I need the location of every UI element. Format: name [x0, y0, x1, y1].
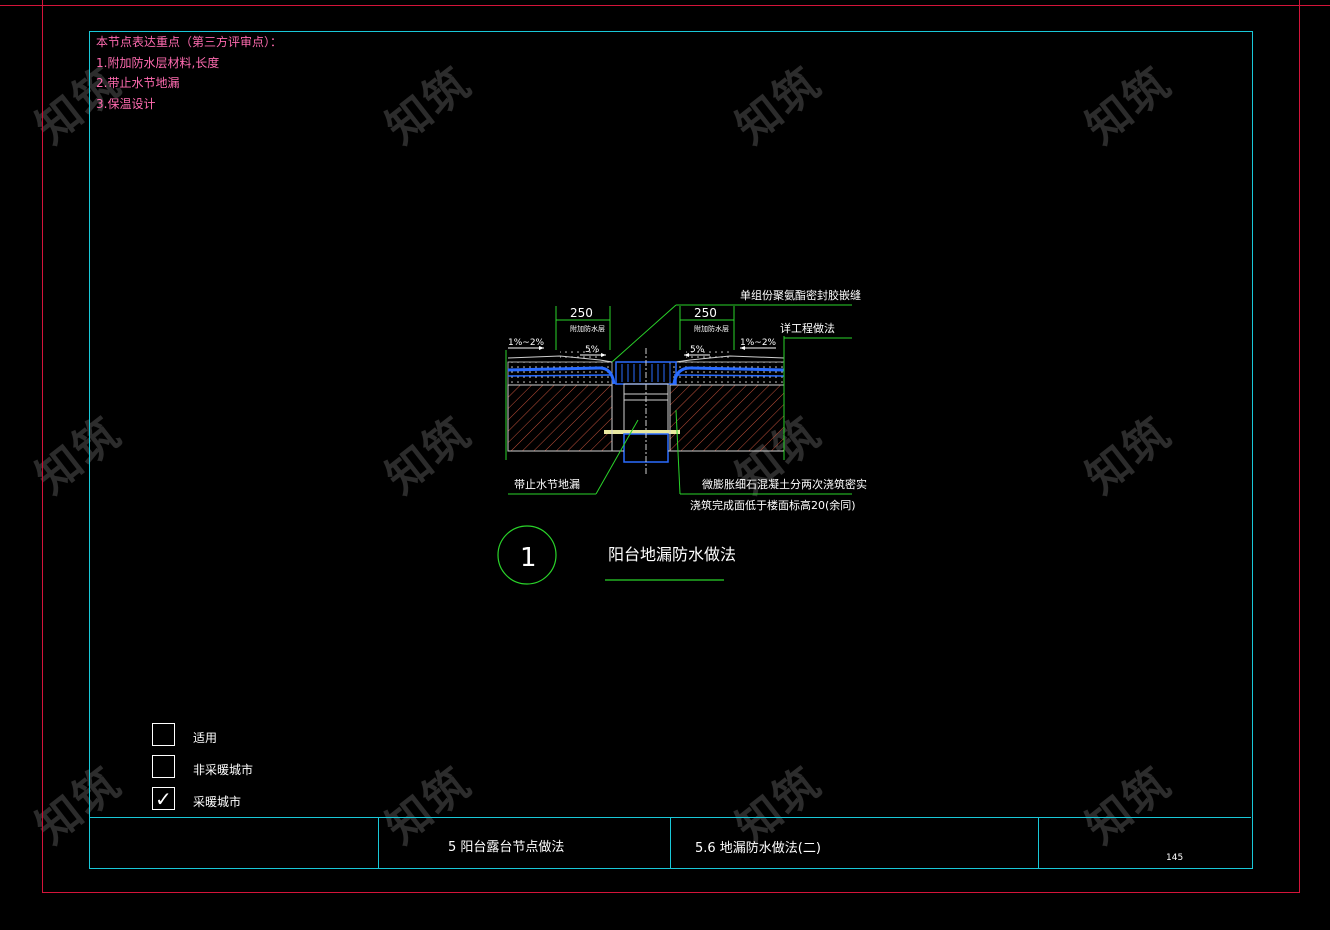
dimension-sublabel: 附加防水层 — [694, 324, 729, 333]
callout-text: 单组份聚氨酯密封胶嵌缝 — [740, 288, 861, 302]
subsection-title: 5.6 地漏防水做法(二) — [695, 841, 821, 856]
screed-right — [669, 361, 785, 386]
callout-text: 浇筑完成面低于楼面标高20(余同) — [690, 498, 856, 512]
callout-text: 微膨胀细石混凝土分两次浇筑密实 — [702, 477, 867, 491]
slope-label: 5% — [690, 345, 705, 355]
checkmark-icon: ✓ — [155, 787, 172, 811]
detail-number: 1 — [520, 543, 537, 573]
title-block-divider — [1038, 817, 1039, 868]
title-block-divider — [670, 817, 671, 868]
legend-checkbox[interactable] — [152, 755, 175, 778]
dimension-sublabel: 附加防水层 — [570, 324, 605, 333]
legend-label: 适用 — [193, 731, 218, 745]
slab-left — [507, 384, 613, 452]
title-block-divider — [378, 817, 379, 868]
legend-checkbox[interactable] — [152, 723, 175, 746]
legend-checkbox-checked[interactable]: ✓ — [152, 787, 175, 810]
slab-right — [669, 384, 785, 452]
detail-title: 阳台地漏防水做法 — [608, 545, 736, 564]
dimension-label: 250 — [570, 306, 593, 320]
callout-text: 详工程做法 — [780, 321, 835, 335]
floor-drain-detail: 250 250 附加防水层 附加防水层 1%~2% 5% 5% 1%~2% 单组… — [497, 288, 867, 585]
legend-label: 非采暖城市 — [193, 763, 254, 777]
slope-label: 1%~2% — [740, 338, 777, 348]
callout-text: 带止水节地漏 — [514, 478, 580, 491]
screed-left — [507, 361, 613, 386]
legend-label: 采暖城市 — [193, 795, 242, 809]
page-number: 145 — [1166, 853, 1184, 863]
slope-label: 5% — [585, 345, 600, 355]
section-title: 5 阳台露台节点做法 — [448, 840, 565, 855]
dimension-label: 250 — [694, 306, 717, 320]
